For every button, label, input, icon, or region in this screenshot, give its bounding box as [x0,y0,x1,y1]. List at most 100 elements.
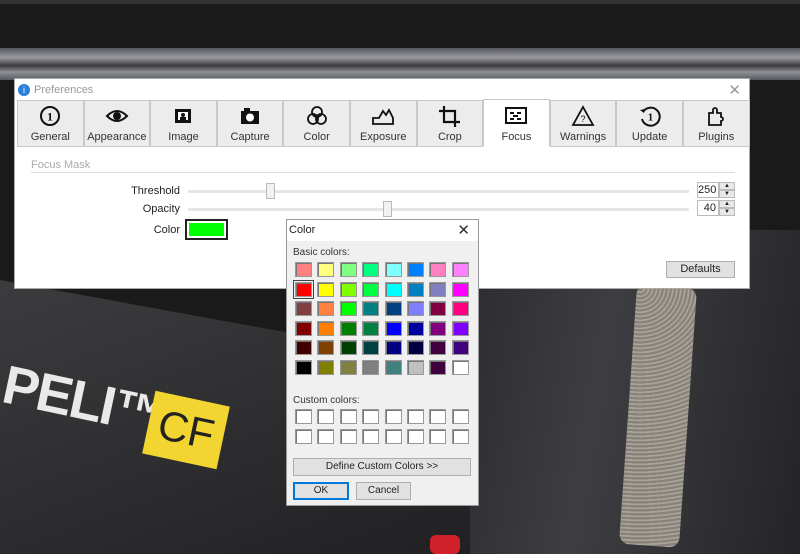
custom-color-swatch[interactable] [384,409,402,424]
basic-color-swatch[interactable] [362,281,380,297]
ok-button[interactable]: OK [293,482,349,500]
tab-label: Appearance [87,131,147,143]
basic-color-swatch[interactable] [384,262,402,277]
spin-up-icon[interactable]: ▲ [719,182,735,190]
basic-color-swatch[interactable] [362,262,380,277]
basic-color-swatch[interactable] [317,301,335,317]
basic-color-swatch[interactable] [451,262,469,277]
basic-color-swatch[interactable] [317,281,335,297]
tab-general[interactable]: 1 General [17,100,84,147]
basic-color-swatch[interactable] [317,360,335,375]
custom-color-swatch[interactable] [339,409,357,424]
basic-color-swatch[interactable] [339,281,357,297]
threshold-spinbox[interactable]: 250 ▲ ▼ [697,182,735,198]
opacity-spinbox[interactable]: 40 ▲ ▼ [697,200,735,216]
basic-color-swatch[interactable] [362,360,380,375]
spin-down-icon[interactable]: ▼ [719,190,735,198]
basic-color-swatch[interactable] [295,301,312,317]
custom-color-swatch[interactable] [295,429,312,444]
basic-color-swatch[interactable] [317,320,335,336]
custom-color-swatch[interactable] [317,409,335,424]
threshold-slider[interactable] [188,183,689,199]
basic-color-swatch[interactable] [295,320,312,336]
basic-color-swatch[interactable] [295,262,312,277]
custom-color-swatch[interactable] [451,409,469,424]
custom-color-swatch[interactable] [451,429,469,444]
basic-color-swatch[interactable] [362,301,380,317]
basic-color-swatch[interactable] [384,301,402,317]
tab-image[interactable]: Image [150,100,217,147]
basic-colors-label: Basic colors: [293,247,350,258]
custom-color-swatch[interactable] [429,429,447,444]
custom-color-swatch[interactable] [429,409,447,424]
basic-color-swatch[interactable] [295,340,312,356]
window-title: Preferences [34,83,94,96]
basic-color-swatch[interactable] [317,340,335,356]
basic-color-swatch[interactable] [407,320,424,336]
basic-color-swatch[interactable] [407,301,424,317]
basic-color-swatch[interactable] [451,340,469,356]
basic-color-swatch[interactable] [339,340,357,356]
tab-appearance[interactable]: Appearance [83,100,151,147]
basic-color-swatch[interactable] [451,281,469,297]
spin-down-icon[interactable]: ▼ [719,208,735,216]
basic-color-swatch[interactable] [407,262,424,277]
opacity-value[interactable]: 40 [697,200,719,216]
basic-color-swatch[interactable] [339,262,357,277]
basic-color-swatch[interactable] [339,320,357,336]
color-swatch-button[interactable] [185,219,228,240]
close-icon[interactable]: ✕ [728,81,741,99]
threshold-slider-thumb[interactable] [266,183,275,199]
tab-crop[interactable]: Crop [416,100,484,147]
cancel-button[interactable]: Cancel [356,482,411,500]
basic-color-swatch[interactable] [451,360,469,375]
basic-color-swatch[interactable] [362,340,380,356]
basic-color-swatch[interactable] [293,279,314,299]
custom-color-swatch[interactable] [362,429,380,444]
basic-color-swatch[interactable] [429,281,447,297]
custom-color-swatch[interactable] [384,429,402,444]
custom-color-swatch[interactable] [362,409,380,424]
basic-color-swatch[interactable] [295,360,312,375]
opacity-slider-thumb[interactable] [383,201,392,217]
custom-color-swatch[interactable] [407,409,424,424]
basic-color-swatch[interactable] [429,320,447,336]
defaults-button[interactable]: Defaults [666,261,735,278]
custom-color-swatch[interactable] [407,429,424,444]
define-custom-colors-button[interactable]: Define Custom Colors >> [293,458,471,476]
section-divider [31,172,735,173]
basic-color-swatch[interactable] [317,262,335,277]
close-icon[interactable]: ✕ [457,221,470,239]
basic-color-swatch[interactable] [339,360,357,375]
tab-update[interactable]: 1 Update [616,100,683,147]
basic-color-swatch[interactable] [429,360,447,375]
basic-color-swatch[interactable] [384,320,402,336]
basic-color-swatch[interactable] [407,281,424,297]
opacity-slider[interactable] [188,201,689,217]
photo-red-part [430,535,460,554]
basic-color-swatch[interactable] [407,340,424,356]
tab-focus[interactable]: Focus [483,99,550,147]
tab-plugins[interactable]: Plugins [682,100,750,147]
basic-color-swatch[interactable] [384,281,402,297]
basic-color-swatch[interactable] [429,262,447,277]
basic-color-swatch[interactable] [451,320,469,336]
tab-capture[interactable]: Capture [216,100,284,147]
tab-warnings[interactable]: ? Warnings [549,100,617,147]
basic-color-swatch[interactable] [429,340,447,356]
tab-label: Focus [501,131,532,143]
basic-color-swatch[interactable] [384,340,402,356]
basic-color-swatch[interactable] [407,360,424,375]
basic-color-swatch[interactable] [339,301,357,317]
tab-exposure[interactable]: Exposure [349,100,417,147]
threshold-value[interactable]: 250 [697,182,719,198]
custom-color-swatch[interactable] [339,429,357,444]
spin-up-icon[interactable]: ▲ [719,200,735,208]
basic-color-swatch[interactable] [384,360,402,375]
basic-color-swatch[interactable] [451,301,469,317]
tab-color[interactable]: Color [283,100,350,147]
basic-color-swatch[interactable] [429,301,447,317]
basic-color-swatch[interactable] [362,320,380,336]
custom-color-swatch[interactable] [295,409,312,424]
custom-color-swatch[interactable] [317,429,335,444]
